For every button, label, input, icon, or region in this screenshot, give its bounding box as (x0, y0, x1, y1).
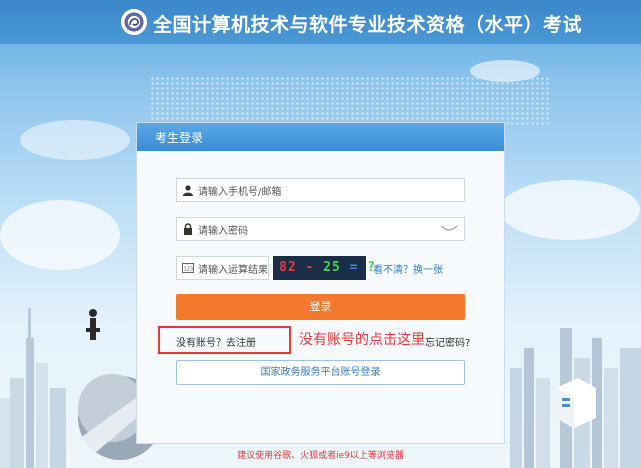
captcha-part2: 25 (323, 260, 341, 275)
captcha-part1: 82 (279, 260, 297, 275)
phone-email-placeholder: 请输入手机号/邮箱 (198, 187, 282, 198)
lock-icon (184, 223, 192, 235)
cloud-decoration (500, 180, 640, 240)
register-annotation: 没有账号的点击这里 (299, 332, 425, 348)
user-icon (183, 185, 193, 196)
exam-seal-logo-icon (121, 9, 147, 35)
site-title: 全国计算机技术与软件专业技术资格（水平）考试 (153, 14, 583, 36)
login-button[interactable]: 登录 (176, 294, 465, 320)
forgot-password-link[interactable]: 忘记密码? (425, 334, 470, 349)
password-input[interactable]: 请输入密码 (176, 217, 465, 241)
captcha-op2: = (349, 260, 359, 275)
phone-email-input[interactable]: 请输入手机号/邮箱 (176, 178, 465, 202)
cloud-decoration (20, 120, 130, 160)
hide-password-icon[interactable] (440, 224, 458, 234)
refresh-captcha-link[interactable]: 看不清？换一张 (373, 261, 443, 276)
login-panel: 考生登录 (136, 122, 505, 444)
login-panel-title: 考生登录 (155, 131, 204, 145)
captcha-image[interactable]: 82 - 25 = ? (273, 256, 375, 280)
browser-recommendation: 建议使用谷歌、火狐或者ie9以上等浏览器 (237, 451, 404, 461)
register-highlight-box: 没有账号？去注册 (158, 326, 291, 354)
captcha-op1: - (305, 260, 315, 275)
gov-service-login-button[interactable]: 国家政务服务平台账号登录 (176, 360, 465, 385)
svg-text:123: 123 (184, 267, 194, 273)
captcha-placeholder: 请输入运算结果 (198, 265, 268, 276)
login-panel-header: 考生登录 (137, 123, 504, 151)
calculator-icon: 123 (182, 263, 194, 273)
captcha-input[interactable]: 123 请输入运算结果 (176, 256, 269, 280)
city-dot-pattern (150, 76, 550, 126)
password-placeholder: 请输入密码 (198, 226, 248, 237)
cloud-decoration (0, 200, 120, 270)
register-link[interactable]: 没有账号？去注册 (176, 334, 256, 349)
